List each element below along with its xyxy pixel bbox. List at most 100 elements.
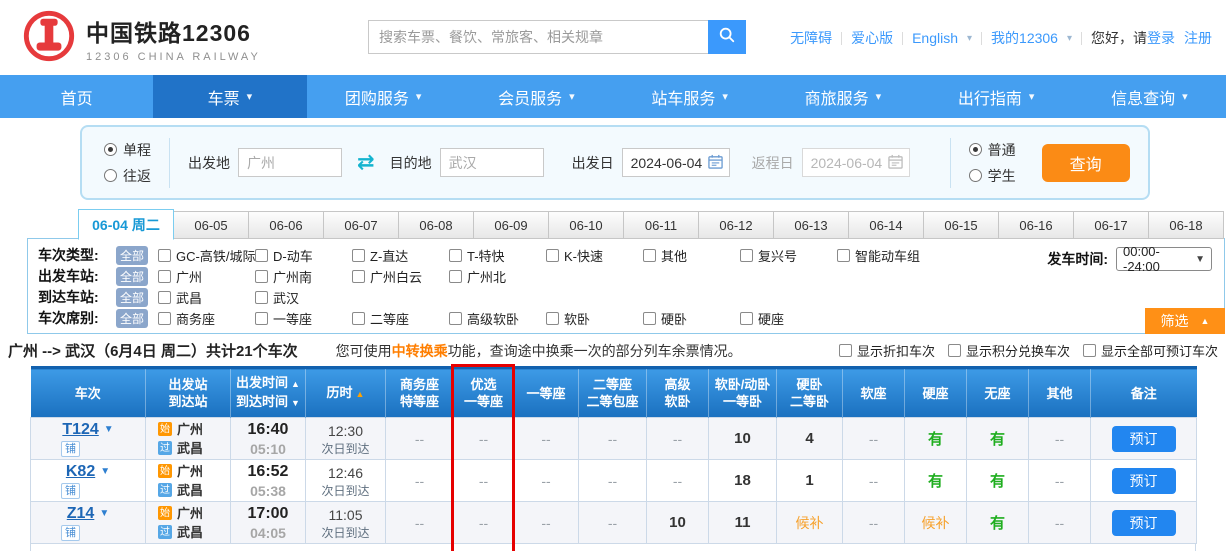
from-station-input[interactable] <box>238 148 342 177</box>
filter-all-button[interactable]: 全部 <box>116 266 148 286</box>
sort-up-icon[interactable]: ▲ <box>356 389 365 399</box>
to-station-input[interactable] <box>439 148 544 177</box>
filter-option[interactable]: 武昌 <box>158 288 255 307</box>
column-header-10[interactable]: 软卧/动卧 一等卧 <box>708 366 777 418</box>
column-header-6[interactable]: 优选 一等座 <box>453 366 514 418</box>
search-button[interactable] <box>708 20 746 54</box>
train-link[interactable]: K82 <box>66 463 95 481</box>
swap-stations-icon[interactable]: ⇄ <box>357 152 375 173</box>
filter-option[interactable]: 广州白云 <box>352 267 449 286</box>
filter-option[interactable]: 广州北 <box>449 267 546 286</box>
depart-date-input[interactable]: 2024-06-04 <box>621 148 730 177</box>
book-button[interactable]: 预订 <box>1111 509 1176 536</box>
nav-item-6[interactable]: 商旅服务 ▾ <box>766 75 919 118</box>
filter-option[interactable]: 硬卧 <box>643 309 740 328</box>
return-date-input[interactable]: 2024-06-04 <box>801 148 910 177</box>
trip-type-2[interactable]: 往返 <box>104 166 151 186</box>
filter-button[interactable]: 筛选 ▲ <box>1145 308 1225 334</box>
date-tab-06-12[interactable]: 06-12 <box>699 211 774 239</box>
date-tab-06-09[interactable]: 06-09 <box>474 211 549 239</box>
filter-all-button[interactable]: 全部 <box>116 245 148 265</box>
nav-item-5[interactable]: 站车服务 ▾ <box>613 75 766 118</box>
train-link[interactable]: Z14 <box>67 505 95 523</box>
filter-option[interactable]: 复兴号 <box>740 246 837 265</box>
filter-option[interactable]: 高级软卧 <box>449 309 546 328</box>
search-input[interactable] <box>368 20 708 54</box>
column-header-9[interactable]: 高级 软卧 <box>646 366 709 418</box>
column-header-7[interactable]: 一等座 <box>513 366 579 418</box>
date-tab-06-08[interactable]: 06-08 <box>399 211 474 239</box>
filter-option[interactable]: T-特快 <box>449 246 546 265</box>
column-header-16[interactable]: 备注 <box>1090 366 1197 418</box>
chevron-down-icon[interactable]: ▼ <box>99 508 109 519</box>
nav-item-4[interactable]: 会员服务 ▾ <box>460 75 613 118</box>
column-header-14[interactable]: 无座 <box>966 366 1029 418</box>
train-link[interactable]: T124 <box>62 421 98 439</box>
filter-option[interactable]: 广州 <box>158 267 255 286</box>
trip-type-1[interactable]: 单程 <box>104 140 151 160</box>
column-header-4[interactable]: 历时 ▲ <box>305 366 386 418</box>
date-tab-06-04[interactable]: 06-04 周二 <box>78 209 174 240</box>
column-header-8[interactable]: 二等座 二等包座 <box>578 366 647 418</box>
date-tab-06-13[interactable]: 06-13 <box>774 211 849 239</box>
query-button[interactable]: 查询 <box>1041 143 1130 182</box>
filter-option[interactable]: GC-高铁/城际 <box>158 246 255 265</box>
sort-up-icon[interactable]: ▲ <box>291 379 300 389</box>
book-button[interactable]: 预订 <box>1111 425 1176 452</box>
filter-option[interactable]: K-快速 <box>546 246 643 265</box>
column-header-5[interactable]: 商务座 特等座 <box>385 366 454 418</box>
date-tab-06-16[interactable]: 06-16 <box>999 211 1074 239</box>
date-tab-06-05[interactable]: 06-05 <box>174 211 249 239</box>
filter-option[interactable]: 智能动车组 <box>837 246 934 265</box>
login-link[interactable]: 登录 <box>1147 28 1175 48</box>
filter-all-button[interactable]: 全部 <box>116 308 148 328</box>
filter-option[interactable]: D-动车 <box>255 246 352 265</box>
depart-time-select[interactable]: 00:00--24:00 ▼ <box>1116 244 1212 274</box>
chevron-down-icon[interactable]: ▼ <box>104 424 114 435</box>
column-header-11[interactable]: 硬卧 二等卧 <box>776 366 843 418</box>
filter-option[interactable]: 一等座 <box>255 309 352 328</box>
display-option[interactable]: 显示积分兑换车次 <box>947 341 1070 360</box>
column-header-15[interactable]: 其他 <box>1028 366 1091 418</box>
column-header-2[interactable]: 出发站 到达站 <box>145 366 231 418</box>
register-link[interactable]: 注册 <box>1184 28 1212 48</box>
link-care-edition[interactable]: 爱心版 <box>851 28 893 48</box>
date-tab-06-18[interactable]: 06-18 <box>1149 211 1224 239</box>
filter-option[interactable]: 广州南 <box>255 267 352 286</box>
filter-option[interactable]: 硬座 <box>740 309 837 328</box>
filter-option[interactable]: 武汉 <box>255 288 352 307</box>
date-tab-06-14[interactable]: 06-14 <box>849 211 924 239</box>
display-option[interactable]: 显示折扣车次 <box>838 341 935 360</box>
logo[interactable]: 中国铁路12306 12306 CHINA RAILWAY <box>22 9 261 68</box>
nav-item-1[interactable]: 首页 <box>0 75 153 118</box>
nav-item-7[interactable]: 出行指南 ▾ <box>920 75 1073 118</box>
link-my12306[interactable]: 我的12306 <box>991 28 1058 48</box>
nav-item-2[interactable]: 车票 ▾ <box>153 75 307 118</box>
column-header-13[interactable]: 硬座 <box>904 366 967 418</box>
link-english[interactable]: English <box>912 30 958 46</box>
transfer-link[interactable]: 中转换乘 <box>392 343 448 359</box>
chevron-down-icon[interactable]: ▼ <box>100 466 110 477</box>
column-header-12[interactable]: 软座 <box>842 366 905 418</box>
filter-all-button[interactable]: 全部 <box>116 287 148 307</box>
filter-option[interactable]: Z-直达 <box>352 246 449 265</box>
sort-down-icon[interactable]: ▼ <box>291 398 300 408</box>
link-accessible[interactable]: 无障碍 <box>790 28 832 48</box>
filter-option[interactable]: 其他 <box>643 246 740 265</box>
date-tab-06-15[interactable]: 06-15 <box>924 211 999 239</box>
nav-item-8[interactable]: 信息查询 ▾ <box>1073 75 1226 118</box>
column-header-3[interactable]: 出发时间 ▲ 到达时间 ▼ <box>230 366 306 418</box>
passenger-type-2[interactable]: 学生 <box>968 166 1016 186</box>
book-button[interactable]: 预订 <box>1111 467 1176 494</box>
nav-item-3[interactable]: 团购服务 ▾ <box>307 75 460 118</box>
date-tab-06-11[interactable]: 06-11 <box>624 211 699 239</box>
date-tab-06-10[interactable]: 06-10 <box>549 211 624 239</box>
date-tab-06-07[interactable]: 06-07 <box>324 211 399 239</box>
date-tab-06-06[interactable]: 06-06 <box>249 211 324 239</box>
filter-option[interactable]: 软卧 <box>546 309 643 328</box>
filter-option[interactable]: 商务座 <box>158 309 255 328</box>
column-header-1[interactable]: 车次 <box>30 366 146 418</box>
date-tab-06-17[interactable]: 06-17 <box>1074 211 1149 239</box>
display-option[interactable]: 显示全部可预订车次 <box>1082 341 1218 360</box>
passenger-type-1[interactable]: 普通 <box>968 140 1016 160</box>
